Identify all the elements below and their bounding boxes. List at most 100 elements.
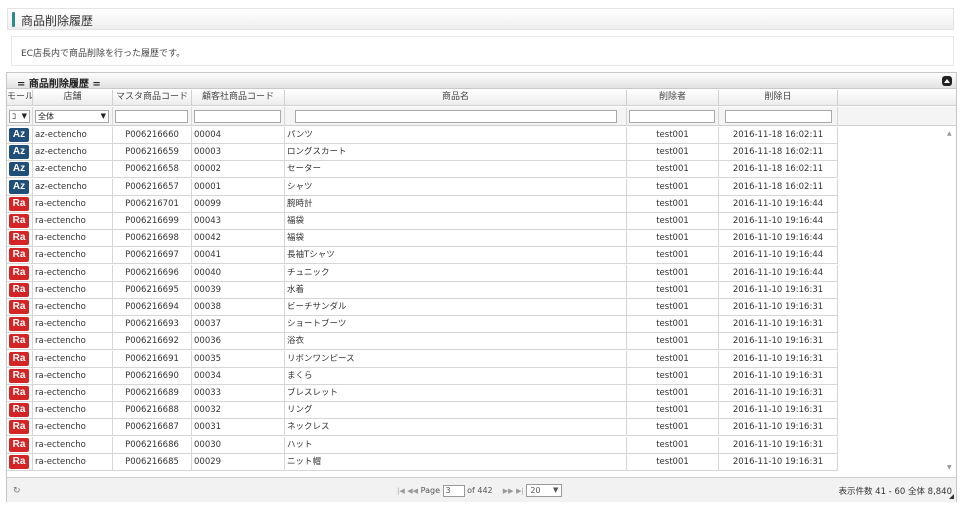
column-header-mall[interactable]: モール [7, 90, 33, 106]
scroll-down-icon[interactable]: ▼ [947, 464, 952, 471]
cell-customer-code: 00031 [192, 419, 285, 437]
cell-master-code: P006216697 [113, 247, 192, 265]
table-row[interactable]: Ra ra-ectencho P006216699 00043 福袋 test001 201… [7, 213, 838, 230]
column-header-store[interactable]: 店舗 [33, 90, 113, 106]
column-header-customer-code[interactable]: 顧客社商品コード [192, 90, 285, 106]
table-row[interactable]: Ra ra-ectencho P006216688 00032 リング test001 20… [7, 402, 838, 420]
refresh-icon[interactable]: ↻ [13, 486, 21, 496]
deleted-by-filter-input[interactable] [629, 110, 715, 123]
next-page-icon[interactable]: ▶▶ [503, 487, 514, 495]
product-name-filter-input[interactable] [295, 110, 617, 123]
column-header-deleted-at[interactable]: 削除日 [719, 90, 838, 106]
mall-badge: Az [9, 179, 29, 194]
table-row[interactable]: Ra ra-ectencho P006216696 00040 チュニック test001… [7, 264, 838, 282]
cell-deleted-by: test001 [627, 333, 719, 351]
table-row[interactable]: Ra ra-ectencho P006216697 00041 長袖Tシャツ test00… [7, 247, 838, 265]
page-size-select[interactable]: 20 ▼ [526, 484, 563, 497]
cell-store: ra-ectencho [33, 230, 113, 248]
column-header-master-code[interactable]: マスタ商品コード [113, 90, 192, 106]
table-row[interactable]: Az az-ectencho P006216658 00002 セーター test001 2… [7, 161, 838, 179]
table-row[interactable]: Ra ra-ectencho P006216689 00033 ブレスレット test00… [7, 385, 838, 402]
cell-mall: Az [7, 161, 33, 179]
mall-badge: Ra [9, 248, 29, 263]
table-row[interactable]: Ra ra-ectencho P006216701 00099 腕時計 test001 20… [7, 195, 838, 213]
filter-cell-deleted-by [627, 107, 719, 126]
page-number-input[interactable]: 3 [442, 484, 465, 497]
cell-deleted-by: test001 [627, 350, 719, 368]
store-filter-value: 全体 [38, 112, 54, 121]
cell-master-code: P006216701 [113, 195, 192, 213]
cell-mall: Ra [7, 213, 33, 230]
prev-page-icon[interactable]: ◀◀ [407, 487, 418, 495]
grid-titlebar: = 商品削除履歴 = [7, 73, 956, 90]
cell-deleted-at: 2016-11-10 19:16:31 [719, 419, 838, 437]
mall-filter-select[interactable]: ｺ ▼ [9, 110, 30, 123]
table-row[interactable]: Az az-ectencho P006216660 00004 パンツ test001 20… [7, 127, 838, 144]
table-row[interactable]: Ra ra-ectencho P006216690 00034 まくら test001 20… [7, 367, 838, 385]
cell-store: ra-ectencho [33, 281, 113, 299]
cell-customer-code: 00035 [192, 350, 285, 368]
cell-master-code: P006216688 [113, 402, 192, 420]
cell-store: ra-ectencho [33, 333, 113, 351]
cell-master-code: P006216693 [113, 316, 192, 334]
deleted-at-filter-input[interactable] [725, 110, 832, 123]
customer-code-filter-input[interactable] [194, 110, 281, 123]
table-row[interactable]: Ra ra-ectencho P006216691 00035 リボンワンピース test… [7, 350, 838, 368]
first-page-icon[interactable]: |◀ [397, 487, 405, 495]
scroll-up-icon[interactable]: ▲ [947, 130, 952, 137]
table-row[interactable]: Ra ra-ectencho P006216687 00031 ネックレス test001… [7, 419, 838, 437]
collapse-icon[interactable] [942, 76, 952, 86]
cell-deleted-by: test001 [627, 161, 719, 179]
cell-master-code: P006216690 [113, 367, 192, 385]
cell-customer-code: 00001 [192, 178, 285, 196]
cell-customer-code: 00036 [192, 333, 285, 351]
cell-product-name: ブレスレット [285, 385, 627, 402]
mall-badge: Ra [9, 368, 29, 383]
table-row[interactable]: Ra ra-ectencho P006216692 00036 浴衣 test001 201… [7, 333, 838, 351]
cell-customer-code: 00033 [192, 385, 285, 402]
pager: |◀ ◀◀ Page 3 of 442 ▶▶ ▶| 20 ▼ [397, 484, 563, 498]
column-header-product-name[interactable]: 商品名 [285, 90, 627, 106]
cell-deleted-at: 2016-11-10 19:16:31 [719, 316, 838, 334]
resize-handle-icon[interactable] [949, 494, 954, 499]
mall-badge: Ra [9, 300, 29, 314]
cell-mall: Ra [7, 436, 33, 454]
table-row[interactable]: Ra ra-ectencho P006216693 00037 ショートブーツ test0… [7, 316, 838, 334]
cell-product-name: 腕時計 [285, 195, 627, 213]
store-filter-select[interactable]: 全体 ▼ [35, 110, 109, 123]
grid-title: = 商品削除履歴 = [17, 79, 101, 90]
table-row[interactable]: Az az-ectencho P006216659 00003 ロングスカート test0… [7, 144, 838, 162]
column-header-deleted-by[interactable]: 削除者 [627, 90, 719, 106]
page-label: Page [420, 486, 440, 495]
filter-cell-customer-code [192, 107, 285, 126]
cell-deleted-by: test001 [627, 453, 719, 471]
grid-filter-row: ｺ ▼ 全体 ▼ [7, 107, 956, 126]
cell-store: ra-ectencho [33, 195, 113, 213]
cell-mall: Ra [7, 264, 33, 282]
cell-mall: Ra [7, 195, 33, 213]
cell-store: ra-ectencho [33, 264, 113, 282]
cell-product-name: ニット帽 [285, 453, 627, 471]
cell-store: ra-ectencho [33, 453, 113, 471]
cell-deleted-by: test001 [627, 127, 719, 144]
mall-badge: Ra [9, 265, 29, 280]
cell-mall: Ra [7, 385, 33, 402]
cell-product-name: チュニック [285, 264, 627, 282]
filter-cell-deleted-at [719, 107, 838, 126]
cell-product-name: 福袋 [285, 230, 627, 248]
table-row[interactable]: Ra ra-ectencho P006216694 00038 ビーチサンダル test0… [7, 299, 838, 316]
last-page-icon[interactable]: ▶| [516, 487, 524, 495]
table-row[interactable]: Ra ra-ectencho P006216695 00039 水着 test001 201… [7, 281, 838, 299]
master-code-filter-input[interactable] [115, 110, 188, 123]
cell-deleted-by: test001 [627, 299, 719, 316]
deletion-history-grid: = 商品削除履歴 = モール 店舗 マスタ商品コード 顧客社商品コード 商品名 … [6, 72, 957, 502]
cell-product-name: ビーチサンダル [285, 299, 627, 316]
cell-store: az-ectencho [33, 161, 113, 179]
cell-product-name: 長袖Tシャツ [285, 247, 627, 265]
table-row[interactable]: Ra ra-ectencho P006216685 00029 ニット帽 test001 2… [7, 453, 838, 471]
cell-mall: Ra [7, 402, 33, 420]
vertical-scrollbar[interactable]: ▲ ▼ [944, 127, 956, 473]
table-row[interactable]: Az az-ectencho P006216657 00001 シャツ test001 20… [7, 178, 838, 196]
table-row[interactable]: Ra ra-ectencho P006216686 00030 ハット test001 20… [7, 436, 838, 454]
table-row[interactable]: Ra ra-ectencho P006216698 00042 福袋 test001 201… [7, 230, 838, 248]
